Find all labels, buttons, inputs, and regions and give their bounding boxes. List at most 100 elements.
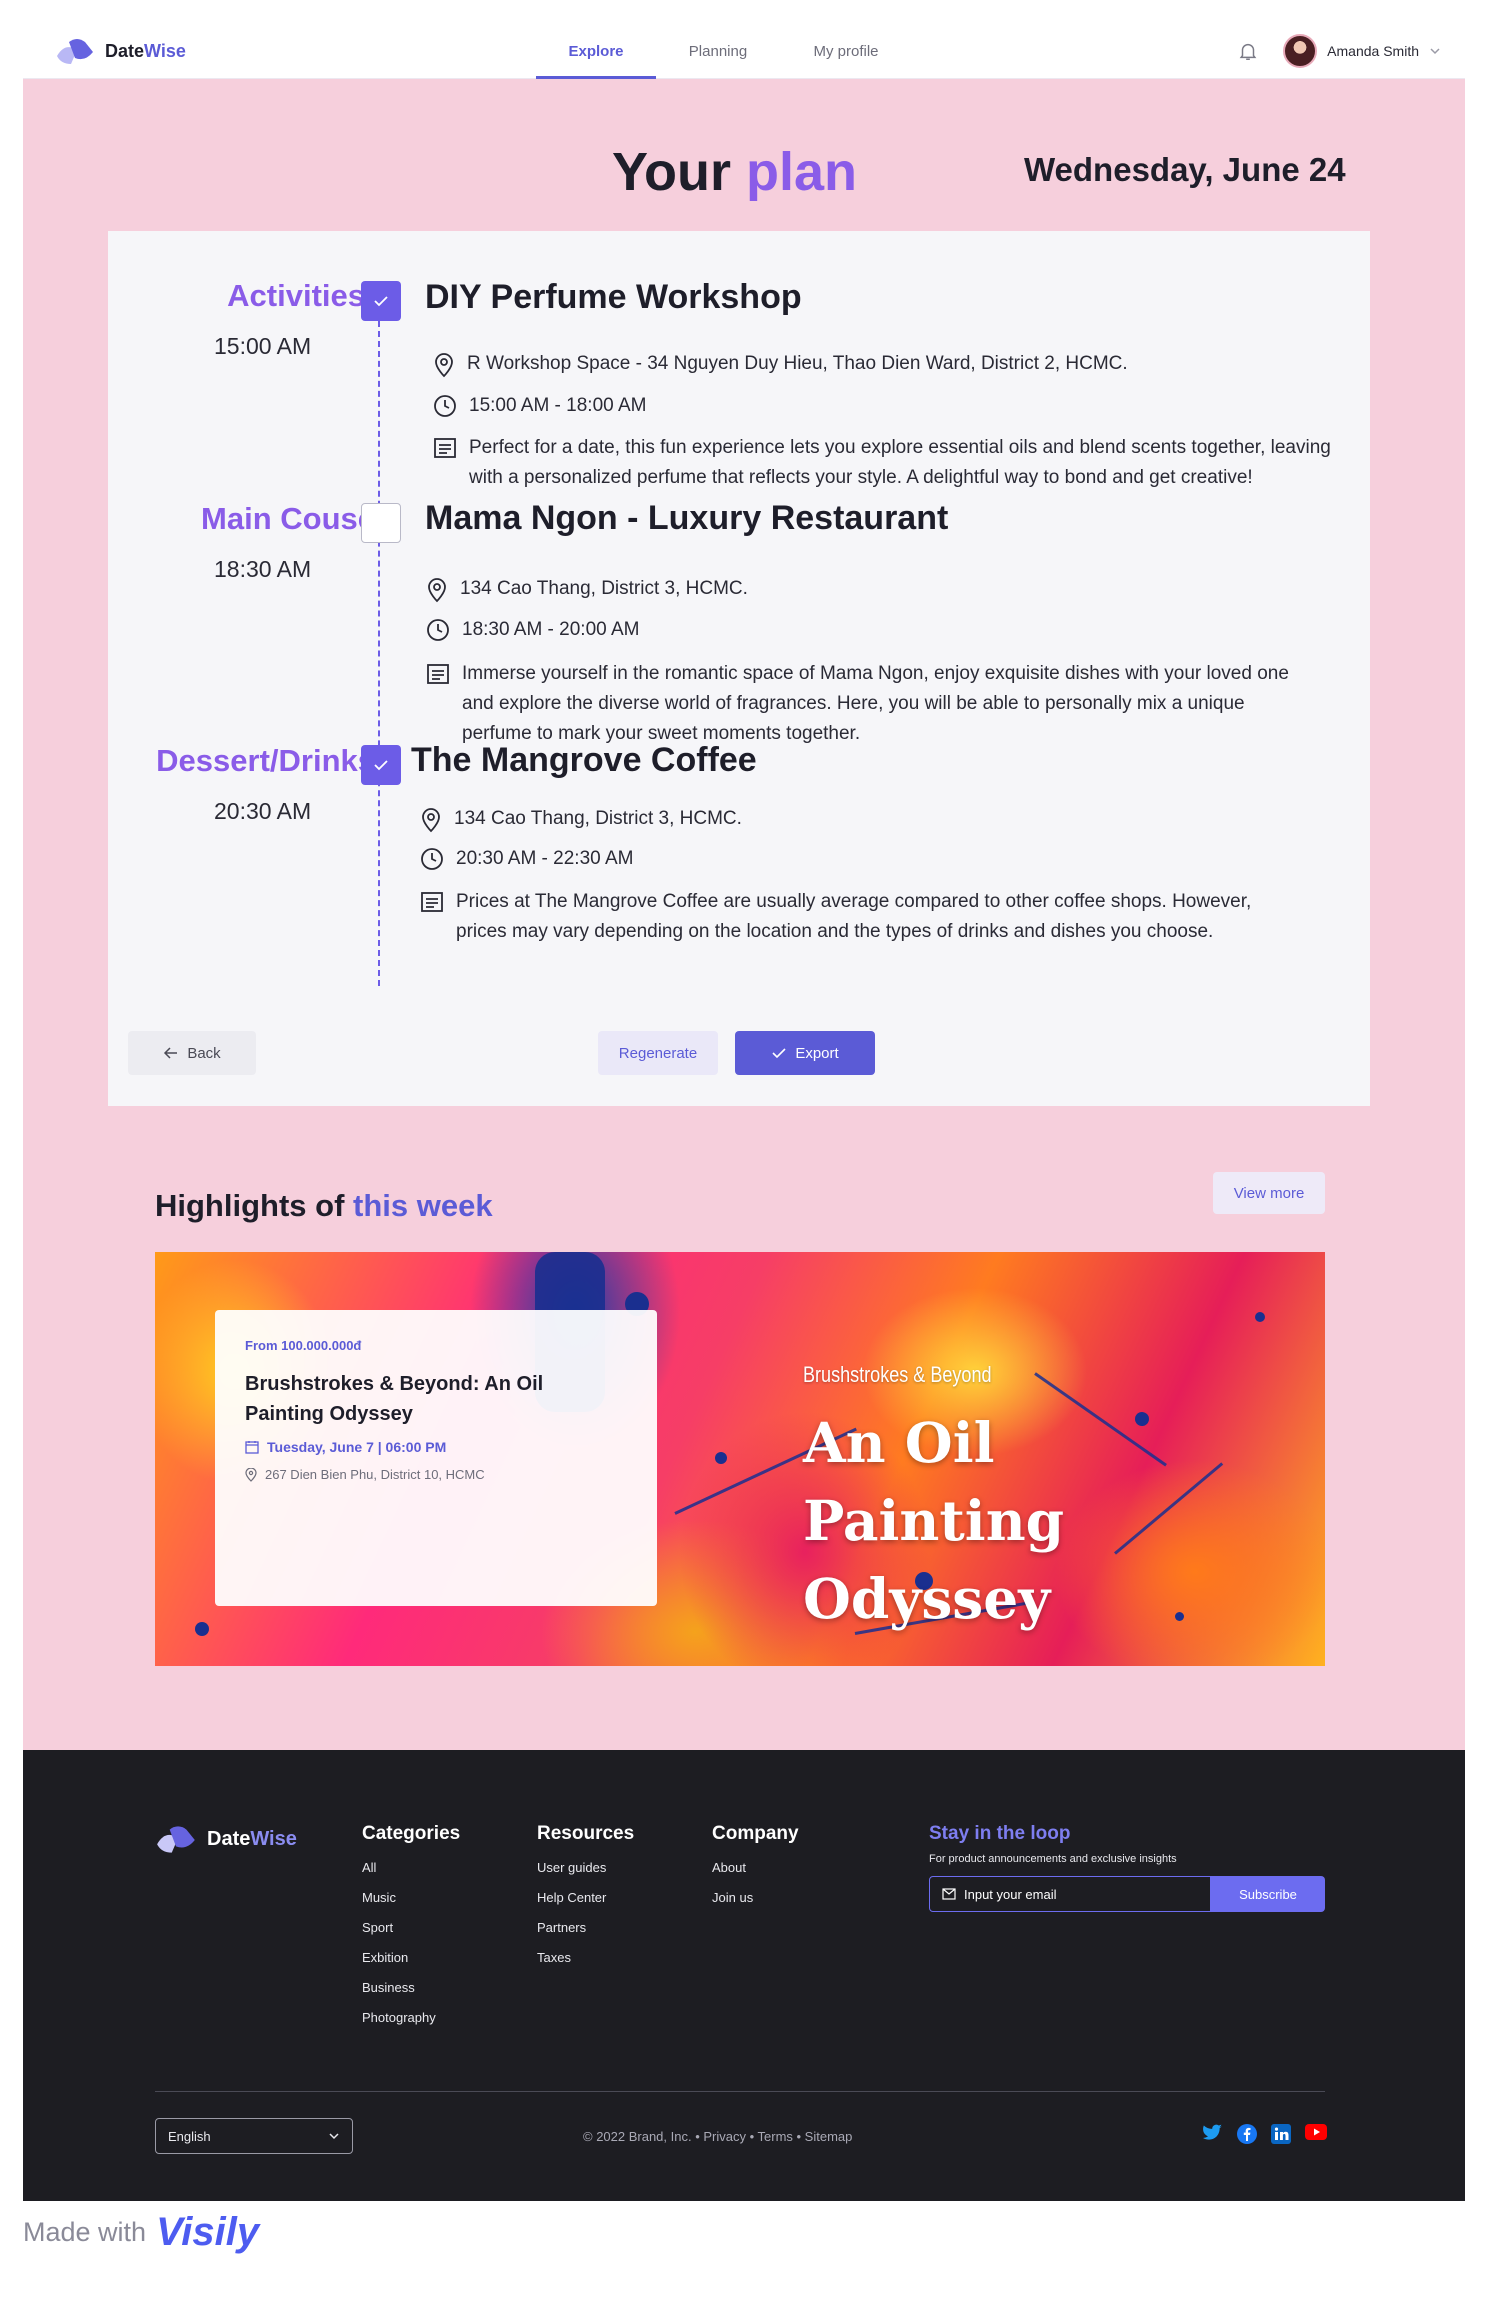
hours-text: 15:00 AM - 18:00 AM	[469, 395, 647, 416]
mail-icon	[942, 1888, 956, 1900]
arrow-left-icon	[164, 1047, 178, 1059]
logo-icon	[57, 39, 93, 64]
made-with-text: Made with	[23, 2217, 147, 2247]
footer: Date Wise Categories All Music Sport Exbi…	[23, 1750, 1465, 2201]
address-text: 134 Cao Thang, District 3, HCMC.	[460, 578, 748, 599]
footer-newsletter: Stay in the loop For product announcemen…	[929, 1823, 1325, 1912]
item-checkbox[interactable]	[361, 745, 401, 785]
twitter-icon[interactable]	[1203, 2124, 1223, 2142]
tab-my-profile[interactable]: My profile	[780, 21, 912, 79]
address-text: R Workshop Space - 34 Nguyen Duy Hieu, T…	[467, 353, 1128, 374]
venue-name: Mama Ngon - Luxury Restaurant	[425, 499, 949, 537]
footer-link[interactable]: Sport	[362, 1913, 460, 1943]
category-main-course: Main Couse	[201, 501, 375, 536]
event-banner[interactable]: From 100.000.000đ Brushstrokes & Beyond:…	[155, 1252, 1325, 1666]
newsletter-text: For product announcements and exclusive …	[929, 1853, 1177, 1865]
check-icon	[772, 1048, 786, 1059]
logo-text-date: Date	[105, 40, 145, 61]
youtube-icon[interactable]	[1305, 2124, 1327, 2140]
subscribe-button[interactable]: Subscribe	[1211, 1876, 1325, 1912]
footer-link[interactable]: Join us	[712, 1883, 799, 1913]
event-card[interactable]: From 100.000.000đ Brushstrokes & Beyond:…	[215, 1310, 657, 1606]
social-links	[1203, 2124, 1327, 2144]
event-location: 267 Dien Bien Phu, District 10, HCMC	[245, 1467, 627, 1482]
page-title-plan: plan	[746, 142, 858, 202]
tab-planning[interactable]: Planning	[656, 21, 780, 79]
item-checkbox[interactable]	[361, 281, 401, 321]
regenerate-button[interactable]: Regenerate	[598, 1031, 718, 1075]
item-time: 15:00 AM	[214, 333, 312, 359]
footer-link[interactable]: About	[712, 1853, 799, 1883]
footer-link[interactable]: Exbition	[362, 1943, 460, 1973]
tab-explore[interactable]: Explore	[536, 21, 656, 79]
location-pin-icon	[428, 578, 446, 603]
export-button[interactable]: Export	[735, 1031, 875, 1075]
language-select[interactable]: English	[155, 2118, 353, 2154]
highlights-title-part2: this week	[353, 1188, 493, 1223]
price-value: 100.000.000đ	[281, 1338, 362, 1353]
highlights-title: Highlights of this week	[155, 1188, 493, 1224]
check-icon	[374, 760, 388, 771]
description-icon	[434, 438, 456, 458]
facebook-icon[interactable]	[1237, 2124, 1257, 2144]
venue-name: The Mangrove Coffee	[411, 741, 757, 779]
logo-text-wise: Wise	[144, 40, 186, 61]
description-text: Perfect for a date, this fun experience …	[469, 437, 1331, 488]
footer-link[interactable]: Business	[362, 1973, 460, 2003]
description-text: Prices at The Mangrove Coffee are usuall…	[456, 891, 1252, 942]
top-navbar: Date Wise Explore Planning My profile Ama…	[23, 21, 1465, 79]
event-name[interactable]: Brushstrokes & Beyond: An Oil Painting O…	[245, 1369, 627, 1429]
user-name: Amanda Smith	[1327, 43, 1419, 59]
view-more-button[interactable]: View more	[1213, 1172, 1325, 1214]
bell-icon[interactable]	[1237, 40, 1259, 62]
footer-resources: Resources User guides Help Center Partne…	[537, 1823, 634, 1973]
venue-description: Perfect for a date, this fun experience …	[433, 433, 1333, 493]
poster-title: An Oil Painting Odyssey	[803, 1410, 1065, 1631]
back-label: Back	[187, 1044, 221, 1062]
footer-divider	[155, 2091, 1325, 2092]
back-button[interactable]: Back	[128, 1031, 256, 1075]
subscribe-form: Input your email Subscribe	[929, 1876, 1325, 1912]
poster-subtitle: Brushstrokes & Beyond	[803, 1362, 992, 1387]
avatar[interactable]	[1283, 34, 1318, 68]
location-pin-icon	[435, 353, 453, 378]
linkedin-icon[interactable]	[1271, 2124, 1291, 2144]
user-menu[interactable]: Amanda Smith	[1237, 34, 1441, 68]
category-activities: Activities	[227, 278, 365, 313]
venue-hours: 20:30 AM - 22:30 AM	[420, 844, 633, 874]
page-title-your: Your	[612, 142, 731, 202]
event-location-text: 267 Dien Bien Phu, District 10, HCMC	[265, 1467, 485, 1482]
chevron-down-icon	[1430, 48, 1440, 55]
footer-link[interactable]: User guides	[537, 1853, 634, 1883]
item-checkbox[interactable]	[361, 503, 401, 543]
email-field[interactable]: Input your email	[929, 1876, 1211, 1912]
footer-link[interactable]: Photography	[362, 2003, 460, 2033]
visily-logo: Visily	[156, 2210, 260, 2254]
item-time: 20:30 AM	[214, 798, 312, 824]
plan-card: Activities 15:00 AM DIY Perfume Workshop…	[108, 231, 1370, 1106]
location-pin-icon	[245, 1467, 257, 1482]
check-icon	[374, 296, 388, 307]
footer-link[interactable]: Help Center	[537, 1883, 634, 1913]
footer-link[interactable]: Taxes	[537, 1943, 634, 1973]
footer-logo[interactable]: Date Wise	[155, 1822, 297, 1856]
hours-text: 18:30 AM - 20:00 AM	[462, 619, 640, 640]
timeline-line	[378, 311, 380, 986]
venue-address: 134 Cao Thang, District 3, HCMC.	[420, 804, 742, 834]
main-nav: Explore Planning My profile	[536, 21, 912, 79]
description-icon	[421, 892, 443, 912]
app-logo[interactable]: Date Wise	[55, 36, 186, 66]
email-placeholder: Input your email	[964, 1886, 1057, 1902]
footer-link[interactable]: Partners	[537, 1913, 634, 1943]
event-date-text: Tuesday, June 7 | 06:00 PM	[267, 1439, 447, 1455]
footer-logo-date: Date	[207, 1827, 251, 1850]
category-dessert-drinks: Dessert/Drinks	[156, 743, 375, 778]
highlights-title-part1: Highlights of	[155, 1188, 345, 1223]
event-date: Tuesday, June 7 | 06:00 PM	[245, 1439, 627, 1455]
footer-link[interactable]: All	[362, 1853, 460, 1883]
address-text: 134 Cao Thang, District 3, HCMC.	[454, 808, 742, 829]
language-value: English	[168, 2128, 211, 2144]
export-label: Export	[795, 1044, 839, 1062]
footer-link[interactable]: Music	[362, 1883, 460, 1913]
venue-hours: 18:30 AM - 20:00 AM	[426, 615, 639, 645]
